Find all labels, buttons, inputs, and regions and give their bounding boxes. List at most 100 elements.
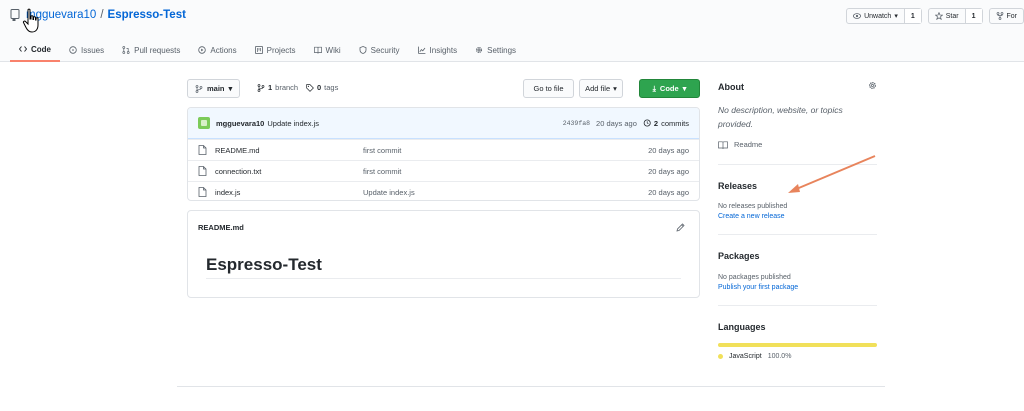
releases-title[interactable]: Releases — [718, 181, 757, 191]
go-to-file-label: Go to file — [533, 84, 564, 93]
tab-actions[interactable]: Actions — [189, 38, 245, 62]
tab-wiki[interactable]: Wiki — [305, 38, 350, 62]
commit-author-link[interactable]: mgguevara10 — [216, 119, 264, 128]
repo-icon — [10, 9, 20, 21]
file-commit-message-link[interactable]: Update index.js — [363, 188, 415, 197]
unwatch-button[interactable]: Unwatch ▾ — [847, 9, 904, 23]
fork-icon — [996, 12, 1003, 20]
readme-filename[interactable]: README.md — [198, 223, 244, 232]
tab-settings[interactable]: Settings — [466, 38, 525, 62]
star-icon — [934, 12, 943, 20]
tab-issues-label: Issues — [81, 45, 105, 55]
commits-history-link[interactable]: 2 commits — [643, 119, 689, 128]
gear-icon[interactable] — [868, 81, 877, 90]
star-button[interactable]: Star — [929, 9, 965, 23]
about-title: About — [718, 82, 744, 92]
publish-package-link[interactable]: Publish your first package — [718, 284, 798, 291]
commit-message-link[interactable]: Update index.js — [267, 119, 319, 128]
history-icon — [643, 119, 651, 127]
tab-pull-requests-label: Pull requests — [134, 45, 181, 55]
file-icon — [198, 145, 207, 155]
tab-actions-label: Actions — [210, 45, 237, 55]
packages-title[interactable]: Packages — [718, 251, 760, 261]
file-name-link[interactable]: connection.txt — [215, 167, 261, 176]
readme-link[interactable]: Readme — [718, 140, 762, 149]
add-file-label: Add file — [585, 84, 611, 93]
header-actions: Unwatch ▾ 1 Star 1 For — [846, 8, 1024, 24]
branches-link[interactable]: 1 branch — [257, 83, 298, 92]
file-icon — [198, 187, 207, 197]
repo-tabs: Code Issues Pull requests Actions Projec… — [10, 38, 525, 62]
tab-issues[interactable]: Issues — [60, 38, 113, 62]
file-name-link[interactable]: index.js — [215, 188, 240, 197]
add-file-button[interactable]: Add file ▾ — [579, 79, 623, 98]
branch-icon — [195, 84, 203, 93]
watch-button-group: Unwatch ▾ 1 — [846, 8, 922, 24]
pencil-icon[interactable] — [676, 223, 685, 232]
tab-insights-label: Insights — [429, 45, 458, 55]
branch-word: branch — [275, 83, 299, 92]
book-icon — [313, 46, 322, 54]
branch-select-button[interactable]: main ▾ — [187, 79, 241, 98]
code-download-button[interactable]: ⤓ Code ▾ — [639, 79, 700, 98]
tab-code[interactable]: Code — [10, 38, 60, 62]
latest-commit-bar: mgguevara10 Update index.js 2439fa8 20 d… — [188, 108, 699, 139]
file-row: README.md first commit 20 days ago — [188, 139, 699, 160]
file-list: mgguevara10 Update index.js 2439fa8 20 d… — [187, 107, 700, 201]
commit-count: 2 — [653, 118, 659, 128]
star-label: Star — [945, 12, 959, 20]
chevron-down-icon: ▾ — [228, 84, 233, 93]
file-navigation: main ▾ 1 branch 0 tags Go to file Add fi… — [187, 79, 700, 99]
languages-title: Languages — [718, 322, 766, 332]
fork-button-group: For — [988, 8, 1024, 24]
tab-projects[interactable]: Projects — [246, 38, 305, 62]
chevron-down-icon: ▾ — [894, 13, 898, 20]
repo-header: mgguevara10 / Espresso-Test Unwatch ▾ 1 … — [0, 0, 1024, 62]
tab-security[interactable]: Security — [350, 38, 409, 62]
download-icon: ⤓ — [652, 83, 656, 93]
tab-security-label: Security — [370, 45, 400, 55]
watch-count[interactable]: 1 — [903, 9, 921, 23]
branch-icon — [257, 83, 265, 92]
file-row: index.js Update index.js 20 days ago — [188, 181, 699, 200]
file-name-link[interactable]: README.md — [215, 146, 260, 155]
avatar[interactable] — [198, 117, 210, 129]
fork-button[interactable]: For — [990, 9, 1024, 23]
go-to-file-button[interactable]: Go to file — [523, 79, 574, 98]
divider — [206, 278, 681, 279]
star-button-group: Star 1 — [927, 8, 983, 24]
branch-name: main — [207, 84, 225, 93]
file-commit-message-link[interactable]: first commit — [363, 167, 401, 176]
create-release-link[interactable]: Create a new release — [718, 213, 785, 220]
file-commit-message-link[interactable]: first commit — [363, 146, 401, 155]
commit-word: commits — [661, 118, 689, 128]
tag-count: 0 — [317, 83, 322, 92]
annotation-arrow — [788, 155, 876, 193]
commit-sha-link[interactable]: 2439fa8 — [563, 120, 590, 127]
gear-icon — [476, 46, 483, 54]
fork-label: For — [1006, 12, 1018, 20]
repo-name-link[interactable]: Espresso-Test — [108, 9, 186, 21]
language-color-dot — [718, 354, 723, 359]
language-percent: 100.0% — [767, 353, 792, 360]
shield-icon — [359, 46, 367, 54]
file-row: connection.txt first commit 20 days ago — [188, 160, 699, 181]
tab-pull-requests[interactable]: Pull requests — [113, 38, 189, 62]
commit-meta: 2439fa8 20 days ago 2 commits — [563, 119, 689, 128]
tab-insights[interactable]: Insights — [409, 38, 467, 62]
repo-separator: / — [100, 9, 104, 21]
language-name: JavaScript — [729, 353, 762, 360]
graph-icon — [417, 46, 425, 54]
eye-icon — [853, 13, 862, 19]
chevron-down-icon: ▾ — [613, 84, 617, 93]
pull-request-icon — [122, 46, 130, 54]
footer-divider — [177, 386, 885, 387]
divider — [718, 305, 877, 306]
packages-text: No packages published — [718, 274, 791, 281]
readme-box: README.md Espresso-Test — [187, 210, 700, 298]
branch-count: 1 — [268, 83, 273, 92]
tags-link[interactable]: 0 tags — [306, 83, 338, 92]
star-count[interactable]: 1 — [964, 9, 982, 23]
file-icon — [198, 166, 207, 176]
language-item[interactable]: JavaScript 100.0% — [718, 353, 791, 360]
